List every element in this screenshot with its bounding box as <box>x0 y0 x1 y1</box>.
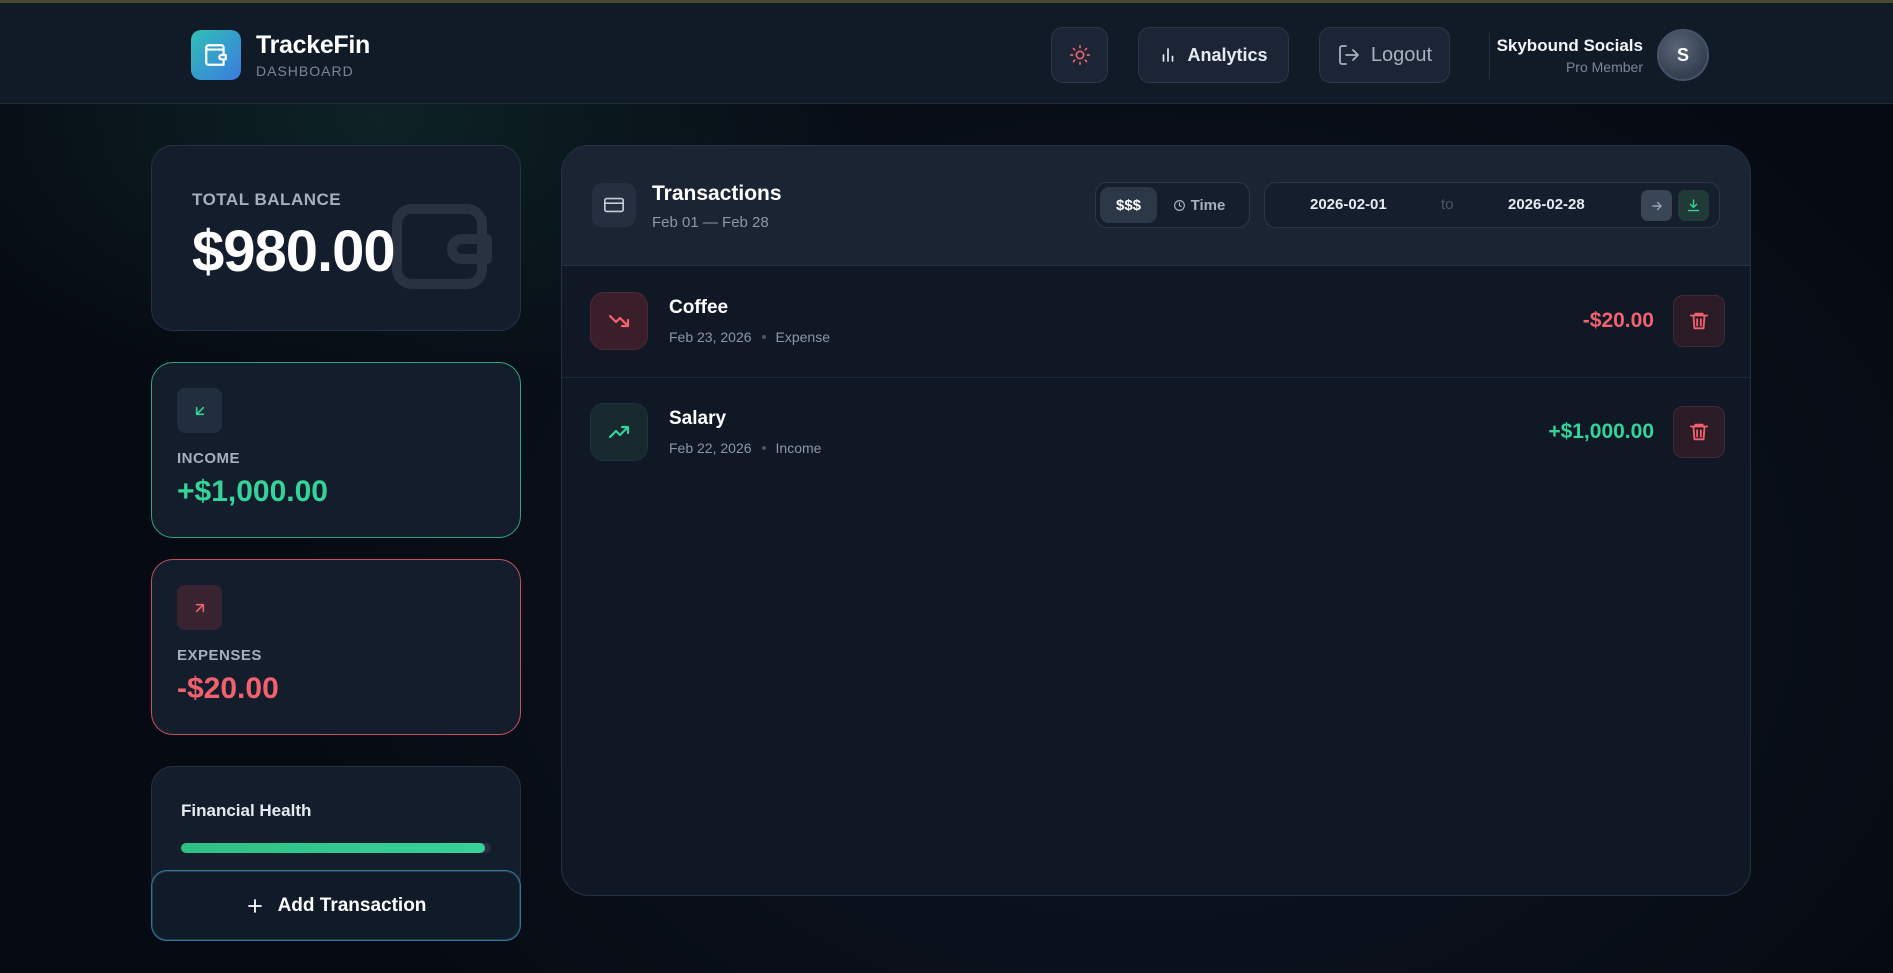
bar-chart-icon <box>1163 48 1174 62</box>
credit-card-icon <box>592 183 636 227</box>
sort-by-time-label: Time <box>1190 196 1226 214</box>
add-transaction-label: Add Transaction <box>277 894 427 916</box>
expenses-value: -$20.00 <box>177 672 279 705</box>
financial-health-fill <box>181 843 485 853</box>
app-header: TrackeFin DASHBOARD Analytics Logout Sky… <box>0 3 1893 104</box>
analytics-label: Analytics <box>1187 44 1268 65</box>
trash-icon <box>1689 312 1709 330</box>
transactions-panel: Transactions Feb 01 — Feb 28 $$$ Time 20… <box>561 145 1751 896</box>
delete-transaction-button[interactable] <box>1673 295 1725 347</box>
date-from-input[interactable]: 2026-02-01 <box>1310 196 1387 213</box>
date-range-picker: 2026-02-01 to 2026-02-28 <box>1264 182 1720 228</box>
brand-name: TrackeFin <box>256 31 371 59</box>
user-role: Pro Member <box>1565 58 1643 75</box>
financial-health-bar <box>181 843 491 853</box>
transaction-date: Feb 23, 2026 <box>669 329 752 345</box>
delete-transaction-button[interactable] <box>1673 406 1725 458</box>
apply-date-button[interactable] <box>1641 190 1672 221</box>
logout-label: Logout <box>1370 43 1433 66</box>
download-icon <box>1687 199 1700 212</box>
transaction-row[interactable]: Coffee Feb 23, 2026 Expense -$20.00 <box>562 267 1750 378</box>
sort-by-amount-button[interactable]: $$$ <box>1100 187 1157 223</box>
theme-toggle-button[interactable] <box>1051 27 1108 83</box>
arrow-down-left-icon <box>177 388 222 433</box>
financial-health-label: Financial Health <box>181 801 312 820</box>
transaction-amount: +$1,000.00 <box>1548 420 1654 443</box>
brand[interactable]: TrackeFin DASHBOARD <box>191 30 370 80</box>
date-separator: to <box>1441 196 1454 213</box>
transaction-name: Coffee <box>669 297 729 318</box>
clock-icon <box>1173 199 1185 211</box>
download-button[interactable] <box>1678 190 1709 221</box>
expenses-card: EXPENSES -$20.00 <box>151 559 521 735</box>
transaction-meta: Feb 23, 2026 Expense <box>669 329 830 345</box>
user-name: Skybound Socials <box>1496 35 1643 55</box>
transaction-date: Feb 22, 2026 <box>669 440 752 456</box>
meta-separator-dot <box>761 335 766 339</box>
user-menu[interactable]: Skybound Socials Pro Member S <box>1497 29 1709 81</box>
transaction-type: Expense <box>775 329 830 345</box>
date-to-input[interactable]: 2026-02-28 <box>1508 196 1585 213</box>
balance-label: TOTAL BALANCE <box>192 190 342 209</box>
sort-by-time-button[interactable]: Time <box>1157 187 1241 223</box>
transaction-name: Salary <box>669 408 727 429</box>
transactions-header: Transactions Feb 01 — Feb 28 $$$ Time 20… <box>562 146 1750 266</box>
header-divider <box>1489 33 1490 79</box>
plus-icon <box>247 898 262 913</box>
transaction-row[interactable]: Salary Feb 22, 2026 Income +$1,000.00 <box>562 378 1750 489</box>
arrow-right-icon <box>1651 201 1662 210</box>
income-card: INCOME +$1,000.00 <box>151 362 521 538</box>
transaction-type: Income <box>775 440 822 456</box>
sort-toggle: $$$ Time <box>1095 182 1250 228</box>
income-label: INCOME <box>177 450 240 467</box>
brand-subtitle: DASHBOARD <box>256 63 354 79</box>
transaction-amount: -$20.00 <box>1582 309 1654 332</box>
transactions-title: Transactions <box>652 182 782 205</box>
transaction-meta: Feb 22, 2026 Income <box>669 440 821 456</box>
balance-card: TOTAL BALANCE $980.00 <box>151 145 521 331</box>
transactions-range: Feb 01 — Feb 28 <box>652 214 769 231</box>
expenses-label: EXPENSES <box>177 647 262 664</box>
meta-separator-dot <box>761 446 766 450</box>
logout-icon <box>1339 45 1359 65</box>
add-transaction-button[interactable]: Add Transaction <box>151 870 521 941</box>
arrow-up-right-icon <box>177 585 222 630</box>
income-value: +$1,000.00 <box>177 475 328 508</box>
sun-icon <box>1069 45 1090 65</box>
trending-down-icon <box>590 292 648 350</box>
balance-value: $980.00 <box>192 219 396 284</box>
analytics-button[interactable]: Analytics <box>1138 27 1289 83</box>
trending-up-icon <box>590 403 648 461</box>
wallet-watermark-icon <box>392 204 492 289</box>
avatar[interactable]: S <box>1657 29 1709 81</box>
wallet-icon <box>191 30 241 80</box>
logout-button[interactable]: Logout <box>1319 27 1450 83</box>
trash-icon <box>1689 423 1709 441</box>
